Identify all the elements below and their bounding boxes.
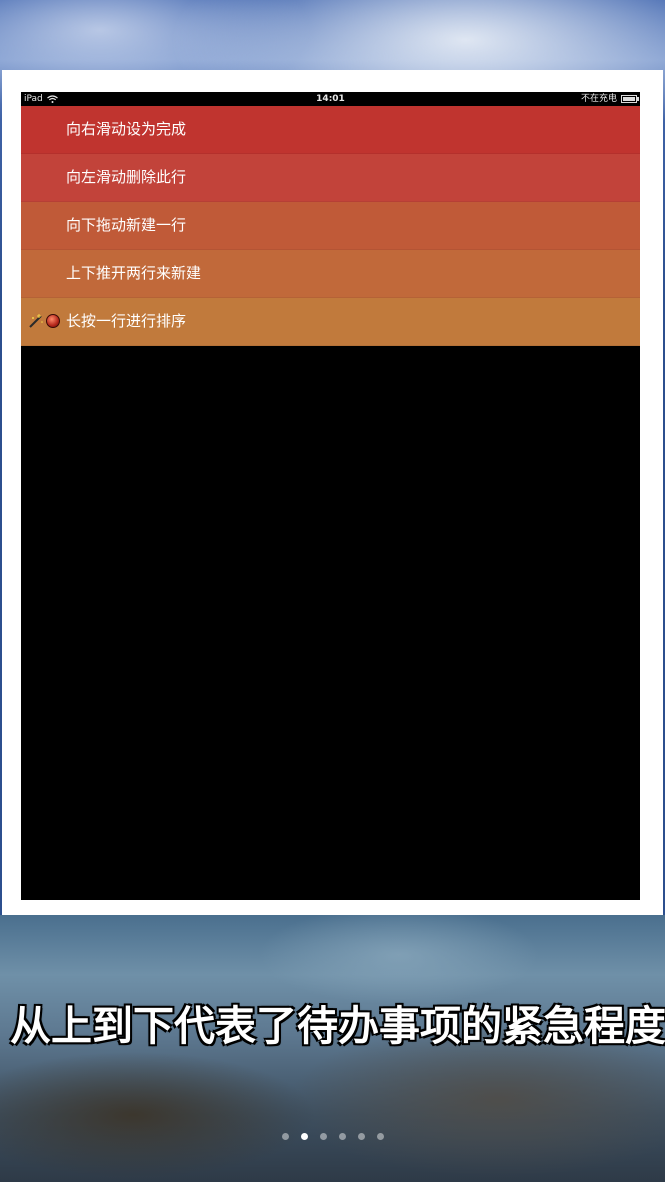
list-item-label: 向下拖动新建一行 [66, 216, 187, 234]
status-time: 14:01 [316, 94, 345, 104]
page-indicator[interactable] [0, 1133, 665, 1140]
list-item-label: 向左滑动删除此行 [66, 168, 187, 186]
status-bar: iPad 14:01 不在充电 [21, 92, 640, 106]
page-dot[interactable] [338, 1133, 346, 1140]
battery-icon [621, 95, 639, 103]
wand-icon [29, 314, 43, 328]
page-dot[interactable] [376, 1133, 384, 1140]
list-item[interactable]: 上下推开两行来新建 [21, 250, 640, 298]
list-item-label: 向右滑动设为完成 [66, 120, 187, 138]
charging-status: 不在充电 [580, 94, 617, 104]
caption-text: 从上到下代表了待办事项的紧急程度 [10, 1002, 665, 1050]
page-dot-active[interactable] [300, 1133, 308, 1140]
page-dot[interactable] [357, 1133, 365, 1140]
todo-list: 向右滑动设为完成 向左滑动删除此行 向下拖动新建一行 上下推开两行来新建 长按一 [21, 106, 640, 346]
list-item[interactable]: 向右滑动设为完成 [21, 106, 640, 154]
page-dot[interactable] [319, 1133, 327, 1140]
list-item-label: 上下推开两行来新建 [66, 264, 202, 282]
list-item[interactable]: 向左滑动删除此行 [21, 154, 640, 202]
list-item[interactable]: 向下拖动新建一行 [21, 202, 640, 250]
ipad-screen: iPad 14:01 不在充电 向右滑动设为完成 向左滑动删除此行 向下拖动新建… [21, 92, 640, 900]
page-dot[interactable] [281, 1133, 289, 1140]
list-item[interactable]: 长按一行进行排序 [21, 298, 640, 346]
ball-icon [46, 314, 60, 328]
list-item-label: 长按一行进行排序 [66, 312, 187, 330]
